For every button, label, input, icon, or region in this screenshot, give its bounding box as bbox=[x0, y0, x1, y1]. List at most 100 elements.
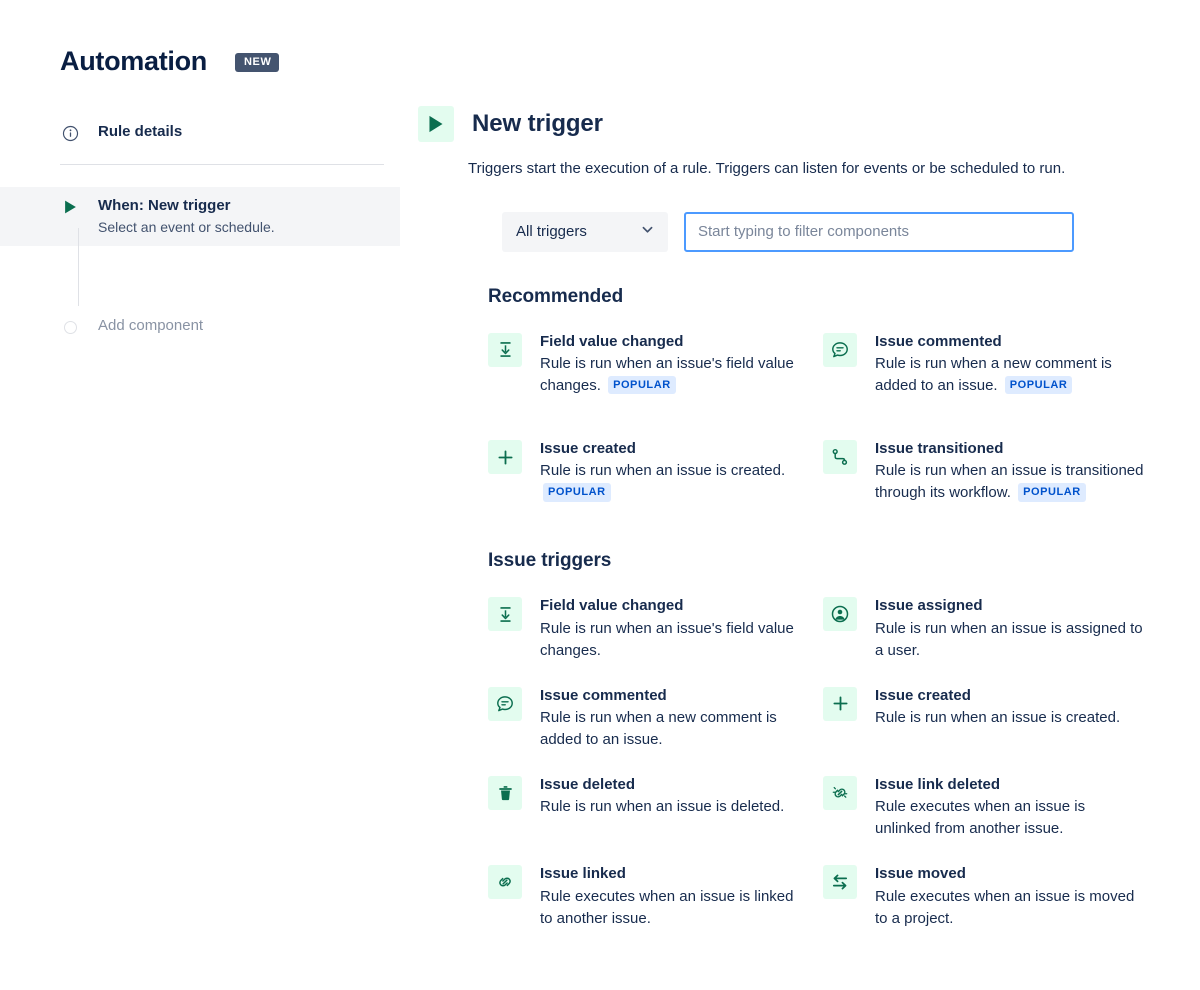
trigger-option-title: Issue link deleted bbox=[875, 776, 1001, 794]
trigger-option[interactable]: Issue transitioned Rule is run when an is… bbox=[823, 427, 1158, 516]
trigger-option[interactable]: Field value changed Rule is run when an i… bbox=[488, 584, 823, 673]
trigger-option-description: Rule executes when an issue is unlinked … bbox=[875, 796, 1144, 840]
trigger-option-description-text: Rule is run when an issue is transitione… bbox=[875, 462, 1144, 502]
search-input-placeholder: Start typing to filter components bbox=[698, 223, 909, 241]
trigger-option[interactable]: Issue moved Rule executes when an issue i… bbox=[823, 852, 1158, 941]
trigger-option-body: Issue commented Rule is run when a new co… bbox=[875, 332, 1144, 397]
field-value-changed-icon bbox=[488, 332, 522, 367]
sidebar-item-when-text: When: New trigger Select an event or sch… bbox=[98, 196, 275, 237]
trigger-option-description: Rule executes when an issue is linked to… bbox=[540, 886, 809, 930]
link-icon bbox=[488, 865, 522, 900]
trigger-option-description: Rule is run when an issue is created. bbox=[875, 707, 1144, 729]
trigger-option-title: Issue deleted bbox=[540, 776, 636, 794]
trash-icon bbox=[488, 776, 522, 811]
trigger-option-title: Issue transitioned bbox=[875, 440, 1004, 458]
popular-badge: POPULAR bbox=[543, 483, 611, 502]
trigger-option-description: Rule is run when an issue's field value … bbox=[540, 353, 809, 397]
trigger-type-select-value: All triggers bbox=[516, 223, 587, 241]
filter-row: All triggers Start typing to filter comp… bbox=[502, 211, 1178, 252]
trigger-option[interactable]: Issue linked Rule executes when an issue … bbox=[488, 852, 823, 941]
trigger-option-description: Rule is run when an issue is created. PO… bbox=[540, 460, 809, 504]
empty-circle-icon bbox=[60, 317, 80, 337]
plus-icon bbox=[488, 440, 522, 475]
person-circle-icon bbox=[823, 597, 857, 632]
play-triangle-icon bbox=[60, 197, 80, 217]
trigger-grid: Field value changed Rule is run when an i… bbox=[488, 320, 1178, 517]
trigger-sections: Recommended Field value changed Rule is ru… bbox=[418, 286, 1178, 942]
rule-chain-nav: Rule details When: New trigger Select an… bbox=[0, 113, 400, 346]
trigger-option[interactable]: Issue commented Rule is run when a new co… bbox=[823, 320, 1158, 409]
trigger-option-description-text: Rule is run when an issue is created. bbox=[875, 709, 1121, 727]
trigger-option-body: Issue assigned Rule is run when an issue … bbox=[875, 596, 1144, 661]
trigger-option-body: Issue link deleted Rule executes when an … bbox=[875, 775, 1144, 840]
automation-rule-builder-page: Automation NEW Rule details When: New tr… bbox=[0, 0, 1200, 990]
trigger-option[interactable]: Field value changed Rule is run when an i… bbox=[488, 320, 823, 409]
sidebar-item-when-new-trigger[interactable]: When: New trigger Select an event or sch… bbox=[0, 187, 400, 247]
sidebar-item-rule-details[interactable]: Rule details bbox=[0, 113, 400, 152]
trigger-option-title: Issue created bbox=[875, 686, 971, 704]
trigger-option-description-text: Rule is run when a new comment is added … bbox=[540, 709, 777, 749]
trigger-option-body: Issue deleted Rule is run when an issue i… bbox=[540, 775, 809, 840]
field-value-changed-icon bbox=[488, 597, 522, 632]
trigger-option-description: Rule is run when an issue is assigned to… bbox=[875, 618, 1144, 662]
main-title: New trigger bbox=[472, 110, 603, 137]
trigger-option-title: Field value changed bbox=[540, 597, 684, 615]
trigger-option[interactable]: Issue created Rule is run when an issue i… bbox=[823, 674, 1158, 763]
plus-icon bbox=[823, 686, 857, 721]
trigger-option-body: Issue created Rule is run when an issue i… bbox=[540, 439, 809, 504]
main-panel: New trigger Triggers start the execution… bbox=[418, 0, 1178, 942]
sidebar-item-label: Add component bbox=[98, 317, 204, 335]
trigger-option-description: Rule is run when a new comment is added … bbox=[540, 707, 809, 751]
trigger-option[interactable]: Issue assigned Rule is run when an issue … bbox=[823, 584, 1158, 673]
trigger-option-title: Field value changed bbox=[540, 332, 684, 350]
trigger-option-description: Rule is run when an issue's field value … bbox=[540, 618, 809, 662]
trigger-option-body: Issue transitioned Rule is run when an is… bbox=[875, 439, 1144, 504]
trigger-option-description-text: Rule executes when an issue is linked to… bbox=[540, 887, 794, 927]
sidebar: Automation NEW Rule details When: New tr… bbox=[0, 0, 400, 990]
main-description: Triggers start the execution of a rule. … bbox=[468, 160, 1066, 177]
trigger-option-body: Field value changed Rule is run when an i… bbox=[540, 332, 809, 397]
trigger-option[interactable]: Issue created Rule is run when an issue i… bbox=[488, 427, 823, 516]
section-title: Issue triggers bbox=[488, 550, 612, 572]
trigger-option-body: Issue moved Rule executes when an issue i… bbox=[875, 864, 1144, 929]
popular-badge: POPULAR bbox=[1004, 376, 1073, 395]
trigger-grid: Field value changed Rule is run when an i… bbox=[488, 584, 1178, 941]
trigger-option-title: Issue assigned bbox=[875, 597, 983, 615]
trigger-option-description-text: Rule is run when an issue is created. bbox=[540, 462, 786, 480]
trigger-option-body: Issue linked Rule executes when an issue … bbox=[540, 864, 809, 929]
trigger-option-title: Issue commented bbox=[875, 332, 1002, 350]
info-circle-icon bbox=[60, 123, 80, 143]
page-title: Automation bbox=[60, 46, 207, 76]
component-filter-field[interactable]: Start typing to filter components bbox=[684, 211, 1074, 252]
play-triangle-icon bbox=[418, 106, 454, 142]
chevron-down-icon bbox=[640, 222, 655, 242]
trigger-option-description: Rule executes when an issue is moved to … bbox=[875, 886, 1144, 930]
trigger-option-description: Rule is run when a new comment is added … bbox=[875, 353, 1144, 397]
trigger-option[interactable]: Issue deleted Rule is run when an issue i… bbox=[488, 763, 823, 852]
trigger-option[interactable]: Issue commented Rule is run when a new co… bbox=[488, 674, 823, 763]
trigger-option-description: Rule is run when an issue is deleted. bbox=[540, 796, 809, 818]
comment-icon bbox=[488, 686, 522, 721]
trigger-option-title: Issue moved bbox=[875, 865, 966, 883]
trigger-option-description-text: Rule is run when an issue is assigned to… bbox=[875, 619, 1143, 659]
sidebar-item-subtitle: Select an event or schedule. bbox=[98, 218, 275, 235]
sidebar-item-add-component[interactable]: Add component bbox=[0, 246, 400, 346]
trigger-option-body: Field value changed Rule is run when an i… bbox=[540, 596, 809, 661]
popular-badge: POPULAR bbox=[1018, 483, 1086, 502]
broken-link-icon bbox=[823, 776, 857, 811]
row-gap bbox=[488, 409, 1178, 427]
trigger-option-body: Issue commented Rule is run when a new co… bbox=[540, 686, 809, 751]
transition-icon bbox=[823, 440, 857, 475]
trigger-option-description: Rule is run when an issue is transitione… bbox=[875, 460, 1144, 504]
move-arrows-icon bbox=[823, 865, 857, 900]
trigger-option-title: Issue commented bbox=[540, 686, 667, 704]
popular-badge: POPULAR bbox=[608, 376, 676, 395]
trigger-type-select[interactable]: All triggers bbox=[502, 211, 668, 252]
trigger-option-description-text: Rule is run when an issue's field value … bbox=[540, 619, 794, 659]
trigger-option-title: Issue linked bbox=[540, 865, 626, 883]
trigger-option-description-text: Rule executes when an issue is unlinked … bbox=[875, 798, 1086, 838]
trigger-option[interactable]: Issue link deleted Rule executes when an … bbox=[823, 763, 1158, 852]
sidebar-item-title: When: New trigger bbox=[98, 197, 231, 214]
trigger-option-description-text: Rule is run when a new comment is added … bbox=[875, 355, 1112, 395]
trigger-option-description-text: Rule executes when an issue is moved to … bbox=[875, 887, 1135, 927]
